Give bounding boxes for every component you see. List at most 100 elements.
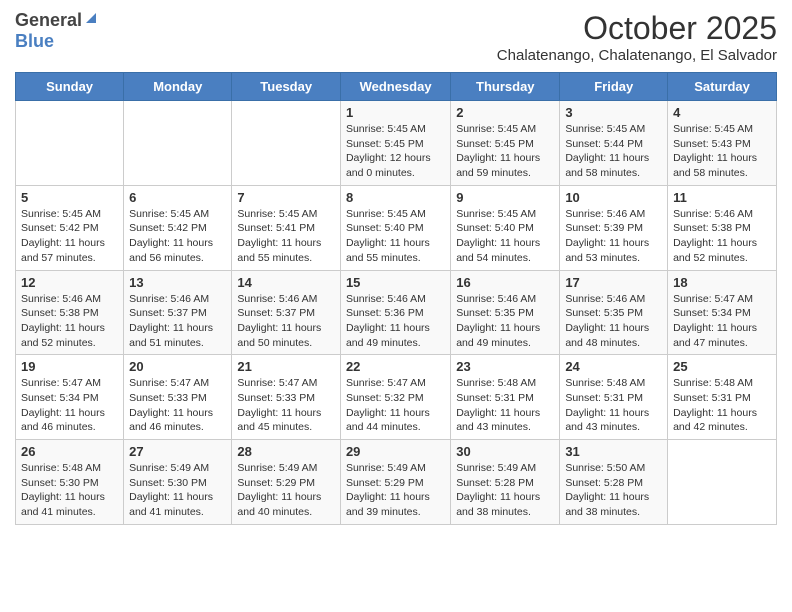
weekday-header-saturday: Saturday	[668, 73, 777, 101]
calendar-cell: 4Sunrise: 5:45 AM Sunset: 5:43 PM Daylig…	[668, 101, 777, 186]
calendar-week-row: 5 Sunrise: 5:45 AM Sunset: 5:42 PM Daylig…	[16, 185, 777, 270]
day-info: Sunrise: 5:45 AM Sunset: 5:41 PM Dayligh…	[237, 207, 335, 266]
calendar-cell: 10Sunrise: 5:46 AM Sunset: 5:39 PM Dayli…	[560, 185, 668, 270]
calendar-cell: 11 Sunrise: 5:46 AM Sunset: 5:38 PM Dayli…	[668, 185, 777, 270]
calendar-cell: 16 Sunrise: 5:46 AM Sunset: 5:35 PM Dayli…	[451, 270, 560, 355]
day-number: 15	[346, 275, 445, 290]
calendar-cell: 28 Sunrise: 5:49 AM Sunset: 5:29 PM Dayli…	[232, 440, 341, 525]
day-number: 28	[237, 444, 335, 459]
day-info: Sunrise: 5:49 AM Sunset: 5:29 PM Dayligh…	[346, 461, 445, 520]
day-number: 8	[346, 190, 445, 205]
weekday-header-row: SundayMondayTuesdayWednesdayThursdayFrid…	[16, 73, 777, 101]
day-number: 10	[565, 190, 662, 205]
day-info: Sunrise: 5:46 AM Sunset: 5:35 PM Dayligh…	[456, 292, 554, 351]
calendar-cell: 3Sunrise: 5:45 AM Sunset: 5:44 PM Daylig…	[560, 101, 668, 186]
month-title: October 2025	[497, 10, 777, 47]
day-number: 13	[129, 275, 226, 290]
calendar-cell: 9 Sunrise: 5:45 AM Sunset: 5:40 PM Daylig…	[451, 185, 560, 270]
day-info: Sunrise: 5:48 AM Sunset: 5:30 PM Dayligh…	[21, 461, 118, 520]
weekday-header-thursday: Thursday	[451, 73, 560, 101]
calendar-cell: 29 Sunrise: 5:49 AM Sunset: 5:29 PM Dayli…	[340, 440, 450, 525]
weekday-header-wednesday: Wednesday	[340, 73, 450, 101]
day-number: 5	[21, 190, 118, 205]
calendar-cell: 30 Sunrise: 5:49 AM Sunset: 5:28 PM Dayli…	[451, 440, 560, 525]
weekday-header-friday: Friday	[560, 73, 668, 101]
day-info: Sunrise: 5:46 AM Sunset: 5:37 PM Dayligh…	[129, 292, 226, 351]
day-info: Sunrise: 5:45 AM Sunset: 5:45 PM Dayligh…	[456, 122, 554, 181]
day-number: 23	[456, 359, 554, 374]
day-number: 17	[565, 275, 662, 290]
logo-blue-text: Blue	[15, 31, 54, 51]
day-number: 3	[565, 105, 662, 120]
logo-triangle-icon	[84, 11, 98, 30]
calendar-cell: 19 Sunrise: 5:47 AM Sunset: 5:34 PM Dayli…	[16, 355, 124, 440]
calendar-cell: 26 Sunrise: 5:48 AM Sunset: 5:30 PM Dayli…	[16, 440, 124, 525]
day-number: 9	[456, 190, 554, 205]
day-number: 30	[456, 444, 554, 459]
calendar-cell	[16, 101, 124, 186]
day-info: Sunrise: 5:46 AM Sunset: 5:35 PM Dayligh…	[565, 292, 662, 351]
day-info: Sunrise: 5:46 AM Sunset: 5:38 PM Dayligh…	[673, 207, 771, 266]
day-number: 20	[129, 359, 226, 374]
day-number: 22	[346, 359, 445, 374]
calendar-cell: 6 Sunrise: 5:45 AM Sunset: 5:42 PM Daylig…	[124, 185, 232, 270]
day-number: 27	[129, 444, 226, 459]
calendar-cell: 25 Sunrise: 5:48 AM Sunset: 5:31 PM Dayli…	[668, 355, 777, 440]
weekday-header-sunday: Sunday	[16, 73, 124, 101]
calendar-cell	[668, 440, 777, 525]
day-number: 21	[237, 359, 335, 374]
day-info: Sunrise: 5:48 AM Sunset: 5:31 PM Dayligh…	[565, 376, 662, 435]
day-info: Sunrise: 5:45 AM Sunset: 5:42 PM Dayligh…	[21, 207, 118, 266]
day-number: 11	[673, 190, 771, 205]
day-info: Sunrise: 5:47 AM Sunset: 5:33 PM Dayligh…	[237, 376, 335, 435]
day-info: Sunrise: 5:49 AM Sunset: 5:28 PM Dayligh…	[456, 461, 554, 520]
day-info: Sunrise: 5:46 AM Sunset: 5:37 PM Dayligh…	[237, 292, 335, 351]
calendar-week-row: 1 Sunrise: 5:45 AM Sunset: 5:45 PM Daylig…	[16, 101, 777, 186]
calendar-week-row: 19 Sunrise: 5:47 AM Sunset: 5:34 PM Dayli…	[16, 355, 777, 440]
day-info: Sunrise: 5:46 AM Sunset: 5:38 PM Dayligh…	[21, 292, 118, 351]
calendar-cell: 5 Sunrise: 5:45 AM Sunset: 5:42 PM Daylig…	[16, 185, 124, 270]
day-info: Sunrise: 5:49 AM Sunset: 5:29 PM Dayligh…	[237, 461, 335, 520]
calendar-cell	[232, 101, 341, 186]
day-number: 31	[565, 444, 662, 459]
calendar-cell: 12 Sunrise: 5:46 AM Sunset: 5:38 PM Dayli…	[16, 270, 124, 355]
day-number: 26	[21, 444, 118, 459]
day-number: 16	[456, 275, 554, 290]
day-info: Sunrise: 5:45 AM Sunset: 5:42 PM Dayligh…	[129, 207, 226, 266]
weekday-header-tuesday: Tuesday	[232, 73, 341, 101]
day-number: 29	[346, 444, 445, 459]
calendar-cell: 7Sunrise: 5:45 AM Sunset: 5:41 PM Daylig…	[232, 185, 341, 270]
calendar-cell: 13 Sunrise: 5:46 AM Sunset: 5:37 PM Dayli…	[124, 270, 232, 355]
calendar-cell	[124, 101, 232, 186]
weekday-header-monday: Monday	[124, 73, 232, 101]
day-info: Sunrise: 5:47 AM Sunset: 5:33 PM Dayligh…	[129, 376, 226, 435]
calendar-cell: 31 Sunrise: 5:50 AM Sunset: 5:28 PM Dayli…	[560, 440, 668, 525]
day-info: Sunrise: 5:50 AM Sunset: 5:28 PM Dayligh…	[565, 461, 662, 520]
calendar-cell: 15 Sunrise: 5:46 AM Sunset: 5:36 PM Dayli…	[340, 270, 450, 355]
logo: General Blue	[15, 10, 98, 52]
day-info: Sunrise: 5:46 AM Sunset: 5:36 PM Dayligh…	[346, 292, 445, 351]
day-number: 19	[21, 359, 118, 374]
day-number: 14	[237, 275, 335, 290]
calendar-cell: 23 Sunrise: 5:48 AM Sunset: 5:31 PM Dayli…	[451, 355, 560, 440]
page: General Blue October 2025 Chalatenango, …	[0, 0, 792, 612]
calendar-cell: 14 Sunrise: 5:46 AM Sunset: 5:37 PM Dayli…	[232, 270, 341, 355]
day-info: Sunrise: 5:49 AM Sunset: 5:30 PM Dayligh…	[129, 461, 226, 520]
day-number: 12	[21, 275, 118, 290]
day-info: Sunrise: 5:47 AM Sunset: 5:34 PM Dayligh…	[21, 376, 118, 435]
day-info: Sunrise: 5:47 AM Sunset: 5:32 PM Dayligh…	[346, 376, 445, 435]
calendar-cell: 27 Sunrise: 5:49 AM Sunset: 5:30 PM Dayli…	[124, 440, 232, 525]
calendar-table: SundayMondayTuesdayWednesdayThursdayFrid…	[15, 72, 777, 525]
day-info: Sunrise: 5:45 AM Sunset: 5:40 PM Dayligh…	[456, 207, 554, 266]
logo-general-text: General	[15, 10, 82, 31]
calendar-week-row: 12 Sunrise: 5:46 AM Sunset: 5:38 PM Dayli…	[16, 270, 777, 355]
subtitle: Chalatenango, Chalatenango, El Salvador	[497, 47, 777, 64]
day-number: 25	[673, 359, 771, 374]
day-number: 6	[129, 190, 226, 205]
title-block: October 2025 Chalatenango, Chalatenango,…	[497, 10, 777, 64]
day-number: 1	[346, 105, 445, 120]
day-info: Sunrise: 5:48 AM Sunset: 5:31 PM Dayligh…	[673, 376, 771, 435]
calendar-cell: 17 Sunrise: 5:46 AM Sunset: 5:35 PM Dayli…	[560, 270, 668, 355]
day-info: Sunrise: 5:48 AM Sunset: 5:31 PM Dayligh…	[456, 376, 554, 435]
day-number: 2	[456, 105, 554, 120]
